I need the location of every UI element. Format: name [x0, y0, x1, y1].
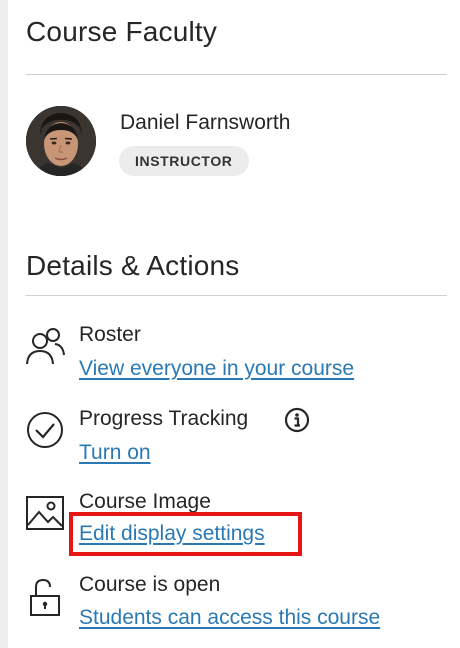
view-roster-link[interactable]: View everyone in your course: [79, 357, 354, 381]
progress-tracking-title: Progress Tracking: [79, 407, 249, 430]
instructor-role-badge: INSTRUCTOR: [119, 146, 249, 176]
edit-display-settings-link[interactable]: Edit display settings: [79, 522, 265, 546]
roster-title: Roster: [79, 323, 141, 346]
divider: [26, 74, 447, 75]
course-open-title: Course is open: [79, 573, 221, 596]
course-details-panel: Course Faculty Daniel Farnsworth INSTRUC…: [8, 0, 460, 648]
instructor-name[interactable]: Daniel Farnsworth: [120, 111, 290, 135]
image-icon: [26, 496, 64, 530]
unlocked-padlock-icon: [30, 578, 60, 616]
course-image-title: Course Image: [79, 490, 211, 513]
instructor-avatar[interactable]: [26, 106, 96, 176]
divider: [26, 295, 447, 296]
students-access-link[interactable]: Students can access this course: [79, 606, 380, 630]
checkmark-circle-icon: [27, 412, 63, 448]
avatar-photo: [26, 106, 96, 176]
course-faculty-heading: Course Faculty: [26, 16, 218, 47]
info-icon[interactable]: [284, 407, 310, 433]
turn-on-progress-link[interactable]: Turn on: [79, 441, 151, 465]
users-icon: [26, 328, 65, 365]
details-actions-heading: Details & Actions: [26, 250, 240, 281]
